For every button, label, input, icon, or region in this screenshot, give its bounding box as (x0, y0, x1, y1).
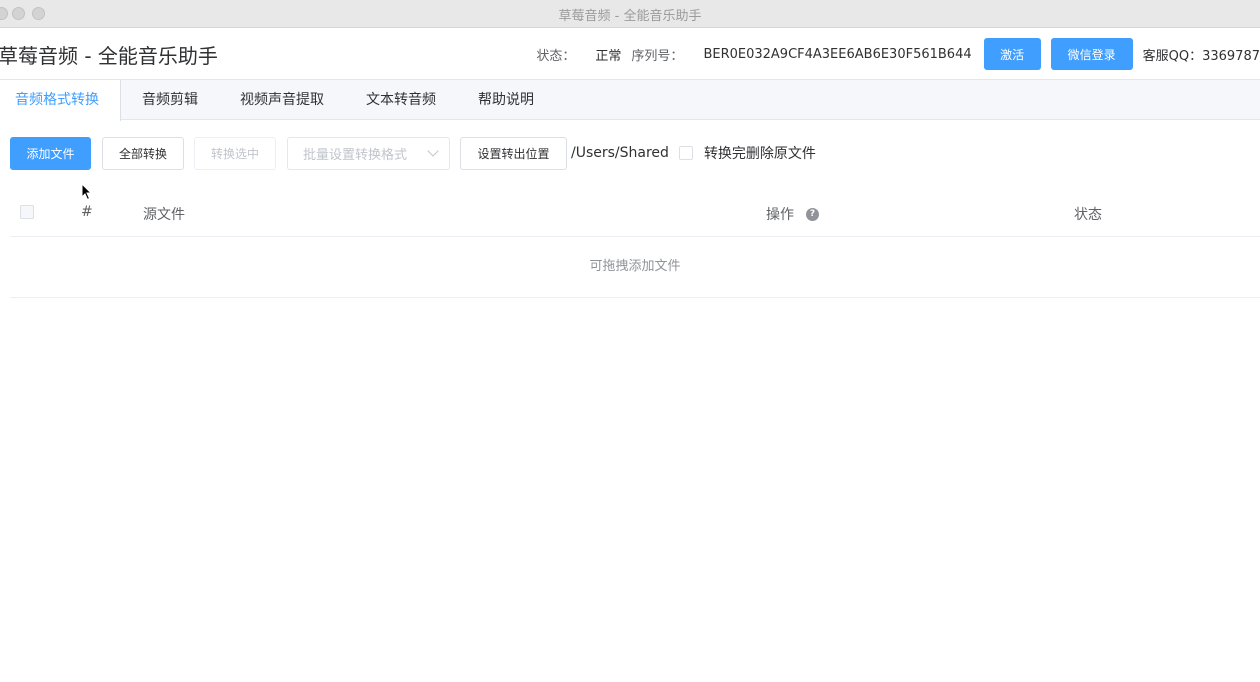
file-table: # 源文件 操作 ? 状态 可拖拽添加文件 (10, 186, 1260, 298)
column-status: 状态 (1074, 207, 1102, 223)
chevron-down-icon (427, 145, 439, 157)
convert-selected-button[interactable]: 转换选中 (194, 136, 276, 170)
delete-original-label[interactable]: 转换完删除原文件 (704, 143, 816, 163)
empty-drop-hint[interactable]: 可拖拽添加文件 (10, 237, 1260, 298)
select-all-checkbox[interactable] (20, 205, 34, 219)
column-index: # (81, 204, 93, 220)
tab-video-audio-extract[interactable]: 视频声音提取 (219, 80, 345, 120)
serial-label: 序列号： (631, 48, 684, 64)
help-icon[interactable]: ? (806, 207, 819, 221)
delete-original-checkbox[interactable] (678, 146, 693, 160)
app-header: 草莓音频 - 全能音乐助手 状态： 正常 序列号： BER0E032A9CF4A… (0, 28, 1260, 80)
table-header: # 源文件 操作 ? 状态 (10, 186, 1260, 237)
convert-all-button[interactable]: 全部转换 (102, 136, 184, 170)
add-file-button[interactable]: 添加文件 (10, 136, 91, 170)
window-title: 草莓音频 - 全能音乐助手 (558, 9, 702, 24)
main-tabs: 音频格式转换 音频剪辑 视频声音提取 文本转音频 帮助说明 (0, 80, 1260, 121)
column-operation-label: 操作 (766, 207, 794, 223)
status-value: 正常 (595, 48, 622, 64)
app-title: 草莓音频 - 全能音乐助手 (0, 44, 218, 68)
tab-audio-format-convert[interactable]: 音频格式转换 (0, 80, 121, 121)
tab-text-to-audio[interactable]: 文本转音频 (345, 80, 457, 120)
activate-button[interactable]: 激活 (983, 38, 1041, 70)
wechat-login-button[interactable]: 微信登录 (1050, 38, 1133, 70)
column-operation: 操作 ? (766, 204, 819, 224)
column-source-file: 源文件 (143, 207, 185, 223)
output-path: /Users/Shared (571, 145, 669, 161)
batch-format-select[interactable]: 批量设置转换格式 (287, 136, 450, 170)
tab-help[interactable]: 帮助说明 (457, 80, 555, 120)
convert-toolbar: 添加文件 全部转换 转换选中 批量设置转换格式 设置转出位置 /Users/Sh… (10, 136, 816, 170)
support-qq: 客服QQ：3369787 (1142, 48, 1260, 64)
set-output-location-button[interactable]: 设置转出位置 (460, 136, 567, 170)
status-label: 状态： (536, 48, 576, 64)
mouse-pointer-icon (81, 183, 93, 201)
window-titlebar: 草莓音频 - 全能音乐助手 (0, 0, 1260, 28)
serial-value: BER0E032A9CF4A3EE6AB6E30F561B644 (703, 46, 972, 62)
tab-audio-edit[interactable]: 音频剪辑 (121, 80, 219, 120)
batch-format-placeholder: 批量设置转换格式 (303, 147, 408, 163)
header-info: 状态： 正常 序列号： BER0E032A9CF4A3EE6AB6E30F561… (536, 38, 1260, 70)
